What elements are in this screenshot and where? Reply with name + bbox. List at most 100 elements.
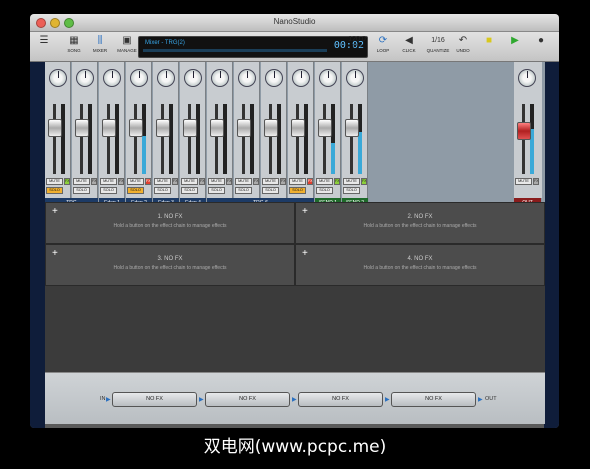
fx-button[interactable]: FX	[361, 178, 367, 185]
song-icon: ▦	[69, 35, 79, 46]
undo-button[interactable]: ↶ UNDO	[454, 34, 472, 60]
bpm-display[interactable]: 120.0 BPM	[343, 36, 371, 48]
mute-button[interactable]: MUTE	[127, 178, 144, 185]
volume-fader[interactable]	[156, 119, 170, 137]
volume-fader[interactable]	[345, 119, 359, 137]
fx-button[interactable]: FX	[172, 178, 178, 185]
pan-knob[interactable]	[238, 69, 256, 87]
mute-button[interactable]: MUTE	[181, 178, 198, 185]
volume-fader[interactable]	[183, 119, 197, 137]
effect-slot[interactable]: + 1. NO FX Hold a button on the effect c…	[45, 202, 295, 244]
level-meter	[304, 104, 308, 174]
pan-knob[interactable]	[184, 69, 202, 87]
fader-track	[215, 104, 218, 174]
fader-track	[242, 104, 245, 174]
fader-track	[161, 104, 164, 174]
solo-button[interactable]: SOLO	[235, 187, 252, 194]
chain-fx-box[interactable]: NO FX	[391, 392, 476, 407]
mixer-channel: MUTE FX SOLO	[99, 62, 125, 198]
mute-button[interactable]: MUTE	[208, 178, 225, 185]
solo-button[interactable]: SOLO	[181, 187, 198, 194]
chain-fx-box[interactable]: NO FX	[112, 392, 197, 407]
fx-button[interactable]: FX	[533, 178, 539, 185]
pan-knob[interactable]	[157, 69, 175, 87]
pan-knob[interactable]	[130, 69, 148, 87]
mute-button[interactable]: MUTE	[100, 178, 117, 185]
quantize-button[interactable]: 1/16 QUANTIZE	[425, 34, 451, 60]
solo-button[interactable]: SOLO	[73, 187, 90, 194]
solo-button[interactable]: SOLO	[262, 187, 279, 194]
fx-button[interactable]: FX	[307, 178, 313, 185]
volume-fader[interactable]	[264, 119, 278, 137]
pan-knob[interactable]	[265, 69, 283, 87]
pan-knob[interactable]	[103, 69, 121, 87]
pan-knob[interactable]	[292, 69, 310, 87]
level-meter	[88, 104, 92, 174]
chain-fx-box[interactable]: NO FX	[298, 392, 383, 407]
play-button[interactable]: ▶	[509, 34, 521, 60]
volume-fader[interactable]	[237, 119, 251, 137]
effect-slot[interactable]: + 4. NO FX Hold a button on the effect c…	[295, 244, 545, 286]
solo-button[interactable]: SOLO	[316, 187, 333, 194]
chain-fx-box[interactable]: NO FX	[205, 392, 290, 407]
solo-button[interactable]: SOLO	[127, 187, 144, 194]
mute-button[interactable]: MUTE	[289, 178, 306, 185]
position-bar[interactable]	[143, 49, 327, 52]
volume-fader[interactable]	[48, 119, 62, 137]
fx-button[interactable]: FX	[280, 178, 286, 185]
level-meter	[115, 104, 119, 174]
fader-track	[269, 104, 272, 174]
fx-button[interactable]: FX	[334, 178, 340, 185]
loop-button[interactable]: ⟳ LOOP	[375, 34, 391, 60]
volume-fader[interactable]	[129, 119, 143, 137]
stop-button[interactable]: ■	[483, 34, 495, 60]
mute-button[interactable]: MUTE	[316, 178, 333, 185]
pan-knob[interactable]	[49, 69, 67, 87]
click-button[interactable]: ◀ CLICK	[400, 34, 418, 60]
fx-button[interactable]: FX	[118, 178, 124, 185]
volume-fader[interactable]	[102, 119, 116, 137]
fx-button[interactable]: FX	[64, 178, 70, 185]
fx-button[interactable]: FX	[226, 178, 232, 185]
solo-button[interactable]: SOLO	[154, 187, 171, 194]
pan-knob[interactable]	[76, 69, 94, 87]
song-button[interactable]: ▦ SONG	[64, 34, 84, 60]
fx-button[interactable]: FX	[145, 178, 151, 185]
master-volume-fader[interactable]	[517, 122, 531, 140]
volume-fader[interactable]	[318, 119, 332, 137]
effect-slot[interactable]: + 3. NO FX Hold a button on the effect c…	[45, 244, 295, 286]
mute-button[interactable]: MUTE	[154, 178, 171, 185]
volume-fader[interactable]	[210, 119, 224, 137]
pan-knob[interactable]	[346, 69, 364, 87]
effect-slot[interactable]: + 2. NO FX Hold a button on the effect c…	[295, 202, 545, 244]
app-window: NanoStudio ☰ ▦ SONG ⫼ MIXER ▣ MANAGE Mixer …	[30, 14, 559, 428]
fx-button[interactable]: FX	[199, 178, 205, 185]
stop-icon: ■	[485, 35, 493, 46]
pan-knob[interactable]	[518, 69, 536, 87]
fx-button[interactable]: FX	[253, 178, 259, 185]
level-meter	[142, 104, 146, 174]
solo-button[interactable]: SOLO	[46, 187, 63, 194]
solo-button[interactable]: SOLO	[100, 187, 117, 194]
mute-button[interactable]: MUTE	[73, 178, 90, 185]
mute-button[interactable]: MUTE	[262, 178, 279, 185]
menu-button[interactable]: ☰	[35, 34, 53, 60]
volume-fader[interactable]	[75, 119, 89, 137]
level-meter	[358, 104, 362, 174]
volume-fader[interactable]	[291, 119, 305, 137]
pan-knob[interactable]	[319, 69, 337, 87]
pan-knob[interactable]	[211, 69, 229, 87]
solo-button[interactable]: SOLO	[208, 187, 225, 194]
undo-icon: ↶	[458, 35, 468, 46]
record-button[interactable]: ●	[535, 34, 547, 60]
fx-button[interactable]: FX	[91, 178, 97, 185]
mute-button[interactable]: MUTE	[515, 178, 532, 185]
mute-button[interactable]: MUTE	[46, 178, 63, 185]
mixer-button[interactable]: ⫼ MIXER	[90, 34, 110, 60]
solo-button[interactable]: SOLO	[289, 187, 306, 194]
mute-button[interactable]: MUTE	[343, 178, 360, 185]
mute-button[interactable]: MUTE	[235, 178, 252, 185]
effects-grid: + 1. NO FX Hold a button on the effect c…	[45, 202, 545, 372]
solo-button[interactable]: SOLO	[343, 187, 360, 194]
manage-button[interactable]: ▣ MANAGE	[116, 34, 138, 60]
